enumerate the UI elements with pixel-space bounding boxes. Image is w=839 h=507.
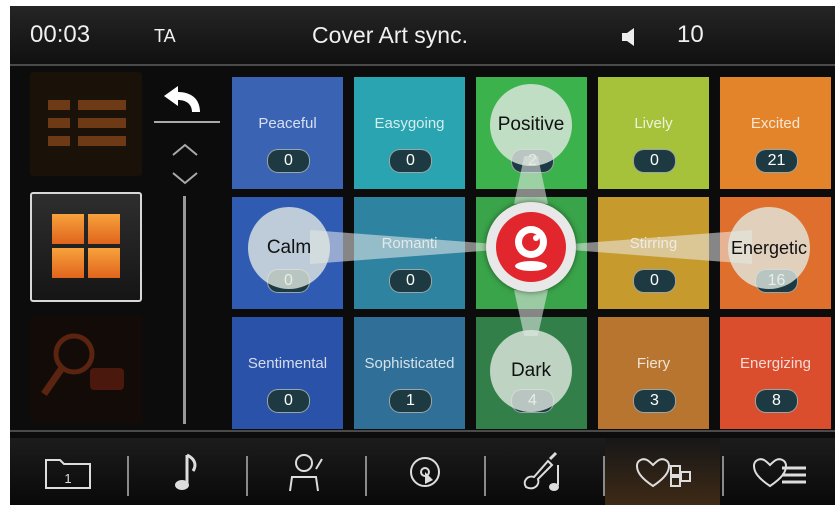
mood-selector-button[interactable]: [486, 202, 576, 292]
scroll-down-icon[interactable]: [168, 170, 202, 188]
bottom-nav: 1: [10, 438, 835, 505]
list-view-button[interactable]: [30, 72, 142, 176]
mood-count: 1: [389, 389, 432, 413]
mood-label: Sentimental: [247, 355, 328, 372]
folder-button[interactable]: 1: [10, 438, 125, 505]
scroll-up-icon[interactable]: [168, 140, 202, 158]
mood-label: Sophisticated: [364, 355, 455, 372]
mood-bubble-positive[interactable]: Positive: [490, 84, 572, 166]
volume-level: 10: [677, 21, 704, 48]
playlist-icon: [752, 457, 806, 487]
status-bar: 00:03 TA Cover Art sync. 10: [10, 6, 835, 64]
disc-icon: [409, 456, 440, 487]
mood-tile[interactable]: Lively 0: [598, 77, 709, 189]
mood-bubble-energetic[interactable]: Energetic: [728, 207, 810, 289]
list-view-icon: [48, 100, 126, 146]
divider: [10, 64, 835, 66]
grid-view-button[interactable]: [30, 192, 142, 302]
mood-count: 0: [389, 149, 432, 173]
mood-tile[interactable]: Sophisticated 1: [354, 317, 465, 429]
screen: 00:03 TA Cover Art sync. 10 Peaceful 0 E…: [10, 6, 835, 505]
genre-button[interactable]: [486, 438, 601, 505]
mood-bubble-dark[interactable]: Dark: [490, 330, 572, 412]
mood-count: 0: [267, 149, 310, 173]
folder-icon: 1: [44, 458, 91, 489]
genre-guitar-icon: [523, 451, 559, 491]
artist-icon: [288, 453, 323, 491]
ta-indicator: TA: [154, 26, 176, 46]
playlist-button[interactable]: [724, 438, 835, 505]
mood-selector-icon: [496, 212, 566, 282]
divider: [10, 430, 835, 432]
search-view-button[interactable]: [30, 316, 142, 424]
screen-title: Cover Art sync.: [312, 22, 468, 48]
mood-tile[interactable]: Excited 21: [720, 77, 831, 189]
mood-count: 0: [633, 149, 676, 173]
mood-count: 0: [633, 269, 676, 293]
mood-icon: [635, 457, 691, 487]
mood-tile[interactable]: Easygoing 0: [354, 77, 465, 189]
scrollbar[interactable]: [183, 196, 186, 424]
mood-label: Easygoing: [374, 115, 445, 132]
clock: 00:03: [30, 21, 91, 48]
mood-label: Peaceful: [258, 115, 317, 132]
search-icon: [41, 333, 124, 396]
speaker-icon: [622, 28, 634, 46]
mood-tile[interactable]: Fiery 3: [598, 317, 709, 429]
album-button[interactable]: [367, 438, 482, 505]
mood-button[interactable]: [605, 438, 720, 505]
songs-button[interactable]: [129, 438, 244, 505]
folder-number: 1: [64, 471, 71, 486]
mood-label: Energizing: [740, 355, 811, 372]
mood-count: 3: [633, 389, 676, 413]
mood-count: 0: [267, 389, 310, 413]
mood-label: Excited: [750, 115, 801, 132]
mood-label: Lively: [634, 115, 673, 132]
mood-bubble-calm[interactable]: Calm: [248, 207, 330, 289]
artist-button[interactable]: [248, 438, 363, 505]
mood-label: Fiery: [636, 355, 671, 372]
music-note-icon: [174, 453, 196, 490]
mood-tile[interactable]: Sentimental 0: [232, 317, 343, 429]
grid-view-icon: [52, 214, 120, 278]
mood-tile[interactable]: Peaceful 0: [232, 77, 343, 189]
back-arrow-icon[interactable]: [150, 78, 224, 128]
mood-tile[interactable]: Energizing 8: [720, 317, 831, 429]
mood-count: 0: [389, 269, 432, 293]
mood-count: 8: [755, 389, 798, 413]
mood-count: 21: [755, 149, 798, 173]
